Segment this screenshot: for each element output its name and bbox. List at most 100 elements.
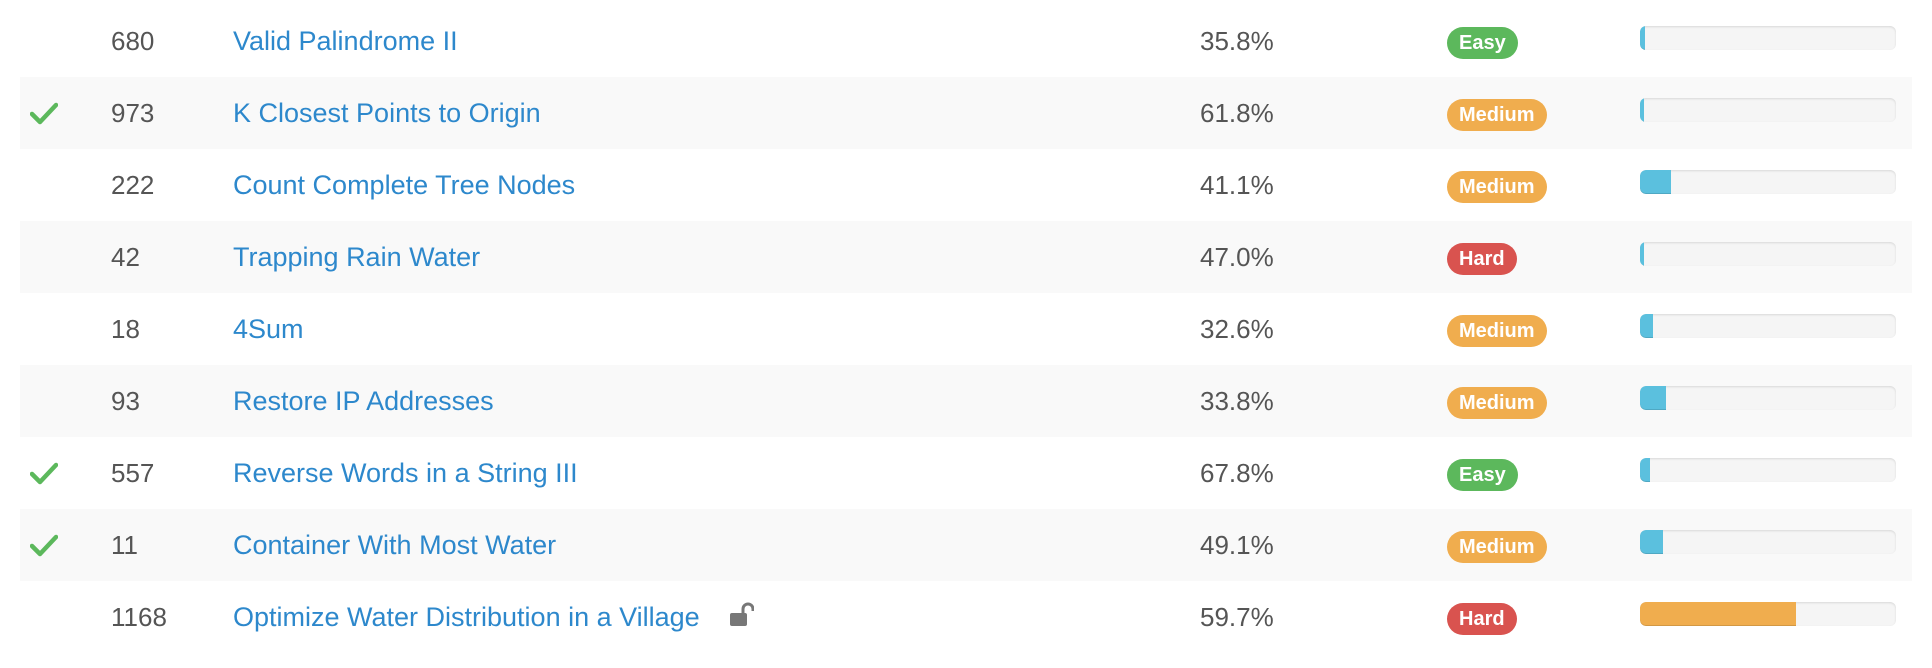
problem-id: 42 bbox=[111, 241, 140, 272]
difficulty-cell: Hard bbox=[1447, 581, 1587, 653]
frequency-cell bbox=[1640, 365, 1896, 437]
problem-table-body: 680 Valid Palindrome II 35.8% Easy 973 K… bbox=[20, 5, 1912, 653]
unlocked-padlock-icon bbox=[728, 602, 755, 628]
frequency-cell bbox=[1640, 437, 1896, 509]
status-cell bbox=[30, 293, 90, 365]
status-cell bbox=[29, 77, 90, 149]
title-cell: Restore IP Addresses bbox=[233, 365, 1133, 437]
frequency-bar-fill bbox=[1640, 242, 1644, 266]
difficulty-badge: Medium bbox=[1447, 171, 1547, 203]
difficulty-cell: Medium bbox=[1447, 509, 1587, 581]
frequency-bar-fill bbox=[1640, 314, 1653, 338]
difficulty-badge: Medium bbox=[1447, 99, 1547, 131]
frequency-bar-fill bbox=[1640, 386, 1666, 410]
frequency-cell bbox=[1640, 149, 1896, 221]
table-row: 42 Trapping Rain Water 47.0% Hard bbox=[20, 221, 1912, 293]
title-cell: 4Sum bbox=[233, 293, 1133, 365]
frequency-bar-fill bbox=[1640, 602, 1797, 626]
title-cell: Reverse Words in a String III bbox=[233, 437, 1133, 509]
difficulty-badge: Medium bbox=[1447, 315, 1547, 347]
problem-title-link[interactable]: Container With Most Water bbox=[233, 530, 556, 561]
title-cell: Count Complete Tree Nodes bbox=[233, 149, 1133, 221]
frequency-bar-fill bbox=[1640, 458, 1651, 482]
frequency-cell bbox=[1640, 5, 1896, 77]
problem-title-link[interactable]: K Closest Points to Origin bbox=[233, 98, 541, 129]
difficulty-cell: Medium bbox=[1447, 365, 1587, 437]
problem-id: 1168 bbox=[111, 601, 167, 632]
title-cell: Container With Most Water bbox=[233, 509, 1133, 581]
status-cell bbox=[30, 5, 90, 77]
problem-id: 11 bbox=[111, 529, 138, 560]
frequency-cell bbox=[1640, 293, 1896, 365]
problem-id: 680 bbox=[111, 25, 155, 56]
frequency-bar bbox=[1640, 602, 1896, 626]
problem-id: 557 bbox=[111, 457, 155, 488]
frequency-bar-fill bbox=[1640, 98, 1644, 122]
difficulty-badge: Medium bbox=[1447, 531, 1547, 563]
check-icon bbox=[29, 461, 59, 485]
frequency-bar bbox=[1640, 386, 1896, 410]
frequency-bar bbox=[1640, 26, 1896, 50]
frequency-bar bbox=[1640, 170, 1896, 194]
difficulty-badge: Medium bbox=[1447, 387, 1547, 419]
acceptance-rate: 35.8% bbox=[1200, 25, 1274, 56]
status-cell bbox=[30, 581, 90, 653]
table-row: 680 Valid Palindrome II 35.8% Easy bbox=[20, 5, 1912, 77]
table-row: 1168 Optimize Water Distribution in a Vi… bbox=[20, 581, 1912, 653]
problem-title-link[interactable]: Valid Palindrome II bbox=[233, 26, 458, 57]
difficulty-badge: Hard bbox=[1447, 603, 1517, 635]
problem-title-link[interactable]: Trapping Rain Water bbox=[233, 242, 480, 273]
status-cell bbox=[30, 221, 90, 293]
title-cell: Trapping Rain Water bbox=[233, 221, 1133, 293]
frequency-cell bbox=[1640, 221, 1896, 293]
frequency-bar bbox=[1640, 530, 1896, 554]
difficulty-badge: Easy bbox=[1447, 459, 1518, 491]
difficulty-cell: Medium bbox=[1447, 149, 1587, 221]
difficulty-badge: Easy bbox=[1447, 27, 1518, 59]
difficulty-badge: Hard bbox=[1447, 243, 1517, 275]
acceptance-rate: 47.0% bbox=[1200, 241, 1274, 272]
table-row: 973 K Closest Points to Origin 61.8% Med… bbox=[20, 77, 1912, 149]
difficulty-cell: Hard bbox=[1447, 221, 1587, 293]
difficulty-cell: Easy bbox=[1447, 5, 1587, 77]
frequency-cell bbox=[1640, 77, 1896, 149]
problem-table: 680 Valid Palindrome II 35.8% Easy 973 K… bbox=[20, 5, 1912, 653]
status-cell bbox=[29, 509, 90, 581]
table-row: 222 Count Complete Tree Nodes 41.1% Medi… bbox=[20, 149, 1912, 221]
difficulty-cell: Medium bbox=[1447, 293, 1587, 365]
title-cell: K Closest Points to Origin bbox=[233, 77, 1133, 149]
table-row: 18 4Sum 32.6% Medium bbox=[20, 293, 1912, 365]
frequency-bar-fill bbox=[1640, 170, 1671, 194]
difficulty-cell: Easy bbox=[1447, 437, 1587, 509]
frequency-bar bbox=[1640, 314, 1896, 338]
frequency-cell bbox=[1640, 509, 1896, 581]
problem-title-link[interactable]: Optimize Water Distribution in a Village bbox=[233, 602, 700, 633]
problem-title-link[interactable]: Restore IP Addresses bbox=[233, 386, 494, 417]
title-cell: Valid Palindrome II bbox=[233, 5, 1133, 77]
frequency-bar bbox=[1640, 458, 1896, 482]
problem-title-link[interactable]: Count Complete Tree Nodes bbox=[233, 170, 575, 201]
check-icon bbox=[29, 533, 59, 557]
frequency-bar-fill bbox=[1640, 530, 1664, 554]
acceptance-rate: 59.7% bbox=[1200, 601, 1274, 632]
problem-title-link[interactable]: Reverse Words in a String III bbox=[233, 458, 578, 489]
difficulty-cell: Medium bbox=[1447, 77, 1587, 149]
title-cell: Optimize Water Distribution in a Village bbox=[233, 581, 1133, 653]
acceptance-rate: 33.8% bbox=[1200, 385, 1274, 416]
status-cell bbox=[30, 365, 90, 437]
problem-id: 222 bbox=[111, 169, 155, 200]
acceptance-rate: 32.6% bbox=[1200, 313, 1274, 344]
table-row: 11 Container With Most Water 49.1% Mediu… bbox=[20, 509, 1912, 581]
table-row: 557 Reverse Words in a String III 67.8% … bbox=[20, 437, 1912, 509]
problem-id: 93 bbox=[111, 385, 140, 416]
problem-id: 18 bbox=[111, 313, 140, 344]
problem-title-link[interactable]: 4Sum bbox=[233, 314, 304, 345]
acceptance-rate: 61.8% bbox=[1200, 97, 1274, 128]
acceptance-rate: 41.1% bbox=[1200, 169, 1274, 200]
frequency-bar-fill bbox=[1640, 26, 1646, 50]
table-row: 93 Restore IP Addresses 33.8% Medium bbox=[20, 365, 1912, 437]
status-cell bbox=[30, 149, 90, 221]
frequency-bar bbox=[1640, 242, 1896, 266]
frequency-bar bbox=[1640, 98, 1896, 122]
check-icon bbox=[29, 101, 59, 125]
